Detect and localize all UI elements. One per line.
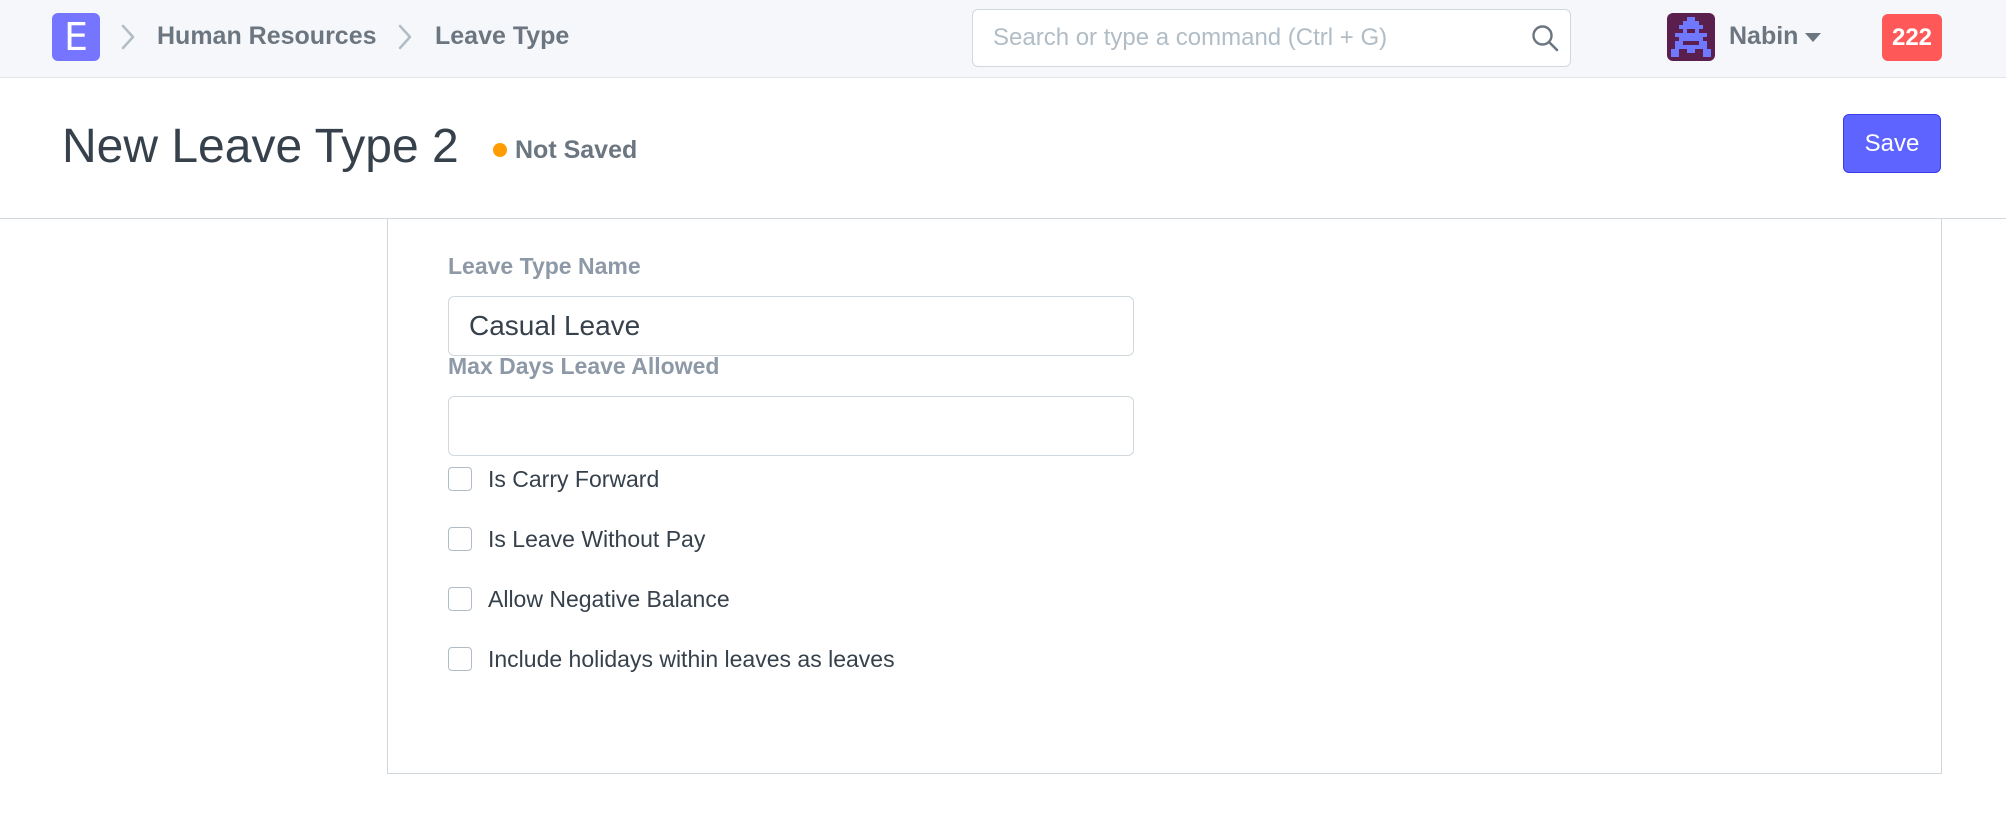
checkbox-label: Allow Negative Balance bbox=[488, 586, 730, 612]
breadcrumb-human-resources[interactable]: Human Resources bbox=[157, 22, 377, 51]
search-bar bbox=[972, 9, 1571, 67]
status-indicator-dot bbox=[493, 143, 507, 157]
checkbox-label: Include holidays within leaves as leaves bbox=[488, 646, 895, 672]
user-name: Nabin bbox=[1729, 22, 1799, 50]
chevron-right-icon bbox=[398, 24, 412, 50]
max-days-leave-allowed-input[interactable] bbox=[448, 396, 1134, 456]
leave-type-name-input[interactable] bbox=[448, 296, 1134, 356]
avatar[interactable] bbox=[1667, 13, 1715, 61]
app-logo[interactable]: E bbox=[52, 13, 100, 61]
notification-badge[interactable]: 222 bbox=[1882, 14, 1942, 61]
search-input[interactable] bbox=[973, 10, 1513, 65]
leave-type-name-label: Leave Type Name bbox=[448, 253, 641, 279]
caret-down-icon bbox=[1805, 33, 1821, 42]
page-title: New Leave Type 2 bbox=[62, 120, 459, 173]
checkbox-input[interactable] bbox=[448, 467, 472, 491]
search-icon[interactable] bbox=[1531, 24, 1559, 52]
status-badge: Not Saved bbox=[515, 136, 638, 164]
checkbox-label: Is Leave Without Pay bbox=[488, 526, 706, 552]
page-head: New Leave Type 2 Not Saved Save bbox=[0, 79, 2006, 219]
form-layout: Leave Type Name Max Days Leave Allowed I… bbox=[387, 219, 1942, 774]
max-days-leave-allowed-label: Max Days Leave Allowed bbox=[448, 353, 720, 379]
checkbox-input[interactable] bbox=[448, 587, 472, 611]
checkbox-input[interactable] bbox=[448, 647, 472, 671]
save-button[interactable]: Save bbox=[1843, 114, 1941, 173]
checkbox-input[interactable] bbox=[448, 527, 472, 551]
navbar: E Human Resources Leave Type Nabin 222 bbox=[0, 0, 2006, 78]
checkbox-label: Is Carry Forward bbox=[488, 466, 660, 492]
breadcrumb-leave-type[interactable]: Leave Type bbox=[435, 22, 569, 51]
chevron-right-icon bbox=[121, 24, 135, 50]
